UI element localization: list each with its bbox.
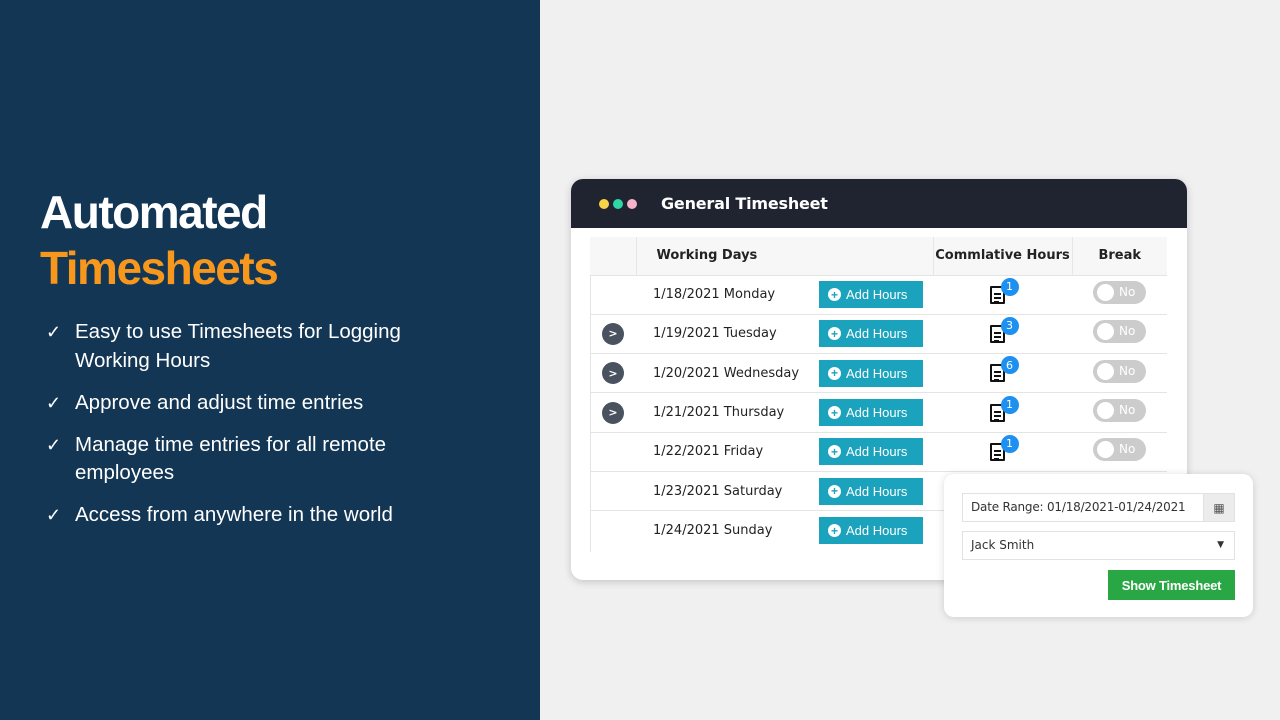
table-row: > 1/21/2021 Thursday + Add Hours 1 No [590, 392, 1167, 433]
header-cumulative-hours: Commlative Hours [933, 237, 1073, 275]
feature-item: ✓ Easy to use Timesheets for Logging Work… [46, 320, 401, 372]
plus-circle-icon: + [828, 327, 841, 341]
hours-entry[interactable]: 1 [988, 277, 1019, 305]
break-toggle[interactable]: No [1093, 359, 1146, 383]
working-day: 1/21/2021 Thursday [636, 392, 819, 433]
add-hours-button[interactable]: + Add Hours [819, 281, 923, 309]
plus-circle-icon: + [828, 288, 841, 302]
header-break: Break [1072, 237, 1167, 275]
plus-circle-icon: + [828, 406, 841, 420]
hours-count-badge: 1 [1000, 277, 1019, 296]
window-titlebar: General Timesheet [571, 179, 1187, 228]
date-range-value[interactable]: Date Range: 01/18/2021-01/24/2021 [963, 494, 1203, 521]
check-icon: ✓ [46, 392, 62, 413]
feature-list: ✓ Easy to use Timesheets for Logging Work… [46, 318, 446, 543]
working-day: 1/18/2021 Monday [636, 274, 819, 315]
break-toggle[interactable]: No [1093, 399, 1146, 423]
working-day: 1/22/2021 Friday [636, 431, 819, 472]
expand-row-icon[interactable]: > [602, 401, 624, 424]
feature-item: ✓ Access from anywhere in the world [46, 501, 446, 530]
break-toggle[interactable]: No [1093, 438, 1146, 462]
hours-count-badge: 1 [1000, 395, 1019, 414]
table-row: > 1/19/2021 Tuesday + Add Hours 3 No [590, 313, 1167, 354]
working-day: 1/19/2021 Tuesday [636, 313, 819, 354]
hours-count-badge: 1 [1000, 434, 1019, 453]
hours-entry[interactable]: 3 [988, 316, 1019, 344]
chevron-down-icon[interactable]: ▼ [1217, 532, 1224, 559]
hours-entry[interactable]: 1 [988, 434, 1019, 462]
hours-count-badge: 3 [1000, 316, 1019, 335]
plus-circle-icon: + [828, 484, 841, 498]
working-day: 1/23/2021 Saturday [636, 470, 819, 511]
check-icon: ✓ [46, 434, 62, 455]
hours-entry[interactable]: 1 [988, 395, 1019, 423]
header-working-days: Working Days [636, 237, 934, 275]
hours-count-badge: 6 [1000, 356, 1019, 375]
check-icon: ✓ [46, 505, 62, 525]
expand-row-icon[interactable]: > [602, 322, 624, 345]
add-hours-button[interactable]: + Add Hours [819, 320, 923, 348]
table-header-row: Working Days Commlative Hours Break [590, 237, 1167, 275]
break-toggle-label: No [1119, 403, 1136, 418]
plus-circle-icon: + [828, 366, 841, 380]
hero-title-line2: Timesheets [40, 242, 279, 294]
hero-panel: Automated Timesheets ✓ Easy to use Timesh… [0, 0, 540, 720]
add-hours-button[interactable]: + Add Hours [819, 359, 923, 387]
working-day: 1/20/2021 Wednesday [636, 353, 819, 393]
hero-title: Automated Timesheets [40, 184, 279, 296]
break-toggle[interactable]: No [1093, 281, 1146, 305]
break-toggle-label: No [1119, 442, 1136, 457]
feature-item: ✓ Manage time entries for all remote empl… [46, 432, 387, 485]
break-toggle[interactable]: No [1093, 320, 1146, 344]
add-hours-button[interactable]: + Add Hours [819, 517, 923, 545]
working-day: 1/24/2021 Sunday [636, 510, 819, 551]
hero-title-line1: Automated [40, 186, 268, 238]
break-toggle-label: No [1119, 285, 1136, 300]
window-title: General Timesheet [661, 194, 828, 213]
window-dot-yellow-icon[interactable] [599, 198, 609, 209]
plus-circle-icon: + [828, 445, 841, 459]
filter-card: Date Range: 01/18/2021-01/24/2021 ▦ Jack… [944, 474, 1253, 617]
plus-circle-icon: + [828, 524, 841, 538]
calendar-icon[interactable]: ▦ [1203, 494, 1234, 521]
show-timesheet-button[interactable]: Show Timesheet [1108, 570, 1235, 600]
add-hours-button[interactable]: + Add Hours [819, 399, 923, 427]
date-range-field[interactable]: Date Range: 01/18/2021-01/24/2021 ▦ [962, 493, 1235, 522]
feature-item: ✓ Approve and adjust time entries [46, 389, 446, 418]
window-dot-pink-icon[interactable] [627, 198, 637, 209]
employee-select-value: Jack Smith [971, 538, 1035, 552]
hours-entry[interactable]: 6 [988, 356, 1019, 383]
add-hours-button[interactable]: + Add Hours [819, 438, 923, 466]
table-row: 1/22/2021 Friday + Add Hours 1 No [590, 431, 1167, 472]
break-toggle-label: No [1119, 363, 1136, 378]
employee-select[interactable]: Jack Smith ▼ [962, 531, 1235, 560]
table-row: 1/18/2021 Monday + Add Hours 1 No [590, 274, 1167, 315]
break-toggle-label: No [1119, 324, 1136, 339]
window-dot-green-icon[interactable] [613, 198, 623, 209]
expand-row-icon[interactable]: > [602, 362, 624, 385]
add-hours-button[interactable]: + Add Hours [819, 477, 923, 505]
table-row: > 1/20/2021 Wednesday + Add Hours 6 No [590, 353, 1167, 393]
check-icon: ✓ [46, 322, 62, 342]
